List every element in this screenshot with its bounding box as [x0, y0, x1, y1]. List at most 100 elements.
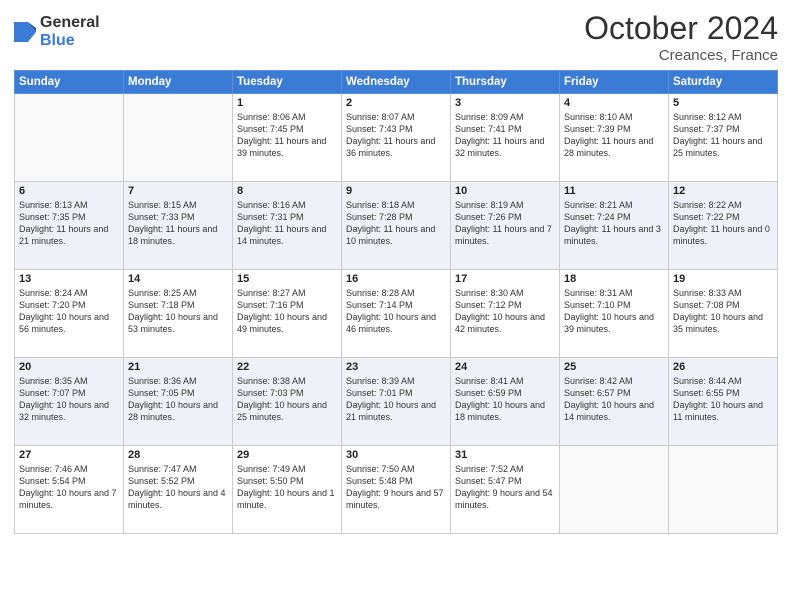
day-detail: Sunrise: 8:09 AM Sunset: 7:41 PM Dayligh…: [455, 111, 555, 160]
day-detail: Sunrise: 8:41 AM Sunset: 6:59 PM Dayligh…: [455, 375, 555, 424]
calendar-week-row: 13 Sunrise: 8:24 AM Sunset: 7:20 PM Dayli…: [15, 270, 778, 358]
calendar-header-row: Sunday Monday Tuesday Wednesday Thursday…: [15, 71, 778, 94]
day-number: 5: [673, 97, 773, 109]
calendar-table: Sunday Monday Tuesday Wednesday Thursday…: [14, 70, 778, 534]
day-detail: Sunrise: 8:10 AM Sunset: 7:39 PM Dayligh…: [564, 111, 664, 160]
day-detail: Sunrise: 8:44 AM Sunset: 6:55 PM Dayligh…: [673, 375, 773, 424]
day-number: 2: [346, 97, 446, 109]
day-number: 11: [564, 185, 664, 197]
day-number: 15: [237, 273, 337, 285]
table-row: [669, 446, 778, 534]
table-row: 3 Sunrise: 8:09 AM Sunset: 7:41 PM Daylig…: [451, 94, 560, 182]
day-number: 17: [455, 273, 555, 285]
table-row: 2Sunrise: 8:07 AM Sunset: 7:43 PM Daylig…: [342, 94, 451, 182]
month-title: October 2024: [584, 10, 778, 47]
table-row: 19 Sunrise: 8:33 AM Sunset: 7:08 PM Dayli…: [669, 270, 778, 358]
day-number: 12: [673, 185, 773, 197]
table-row: 7 Sunrise: 8:15 AM Sunset: 7:33 PM Daylig…: [124, 182, 233, 270]
table-row: 20 Sunrise: 8:35 AM Sunset: 7:07 PM Dayli…: [15, 358, 124, 446]
day-number: 26: [673, 361, 773, 373]
day-detail: Sunrise: 8:21 AM Sunset: 7:24 PM Dayligh…: [564, 199, 664, 248]
day-number: 13: [19, 273, 119, 285]
day-number: 21: [128, 361, 228, 373]
day-detail: Sunrise: 8:28 AM Sunset: 7:14 PM Dayligh…: [346, 287, 446, 336]
day-number: 30: [346, 449, 446, 461]
day-detail: Sunrise: 8:12 AM Sunset: 7:37 PM Dayligh…: [673, 111, 773, 160]
day-detail: Sunrise: 8:13 AM Sunset: 7:35 PM Dayligh…: [19, 199, 119, 248]
day-number: 28: [128, 449, 228, 461]
day-number: 31: [455, 449, 555, 461]
col-sunday: Sunday: [15, 71, 124, 94]
table-row: [124, 94, 233, 182]
col-saturday: Saturday: [669, 71, 778, 94]
day-number: 20: [19, 361, 119, 373]
table-row: 30 Sunrise: 7:50 AM Sunset: 5:48 PM Dayli…: [342, 446, 451, 534]
day-number: 1: [237, 97, 337, 109]
logo-icon: [14, 18, 36, 46]
day-number: 25: [564, 361, 664, 373]
table-row: 10 Sunrise: 8:19 AM Sunset: 7:26 PM Dayli…: [451, 182, 560, 270]
table-row: 26 Sunrise: 8:44 AM Sunset: 6:55 PM Dayli…: [669, 358, 778, 446]
col-friday: Friday: [560, 71, 669, 94]
day-detail: Sunrise: 8:15 AM Sunset: 7:33 PM Dayligh…: [128, 199, 228, 248]
table-row: 11 Sunrise: 8:21 AM Sunset: 7:24 PM Dayli…: [560, 182, 669, 270]
table-row: 4 Sunrise: 8:10 AM Sunset: 7:39 PM Daylig…: [560, 94, 669, 182]
table-row: 21 Sunrise: 8:36 AM Sunset: 7:05 PM Dayli…: [124, 358, 233, 446]
day-number: 10: [455, 185, 555, 197]
day-number: 29: [237, 449, 337, 461]
day-number: 16: [346, 273, 446, 285]
table-row: 17 Sunrise: 8:30 AM Sunset: 7:12 PM Dayli…: [451, 270, 560, 358]
table-row: 31Sunrise: 7:52 AM Sunset: 5:47 PM Dayli…: [451, 446, 560, 534]
day-detail: Sunrise: 8:19 AM Sunset: 7:26 PM Dayligh…: [455, 199, 555, 248]
logo-blue-text: Blue: [40, 32, 100, 50]
day-number: 8: [237, 185, 337, 197]
table-row: 8 Sunrise: 8:16 AM Sunset: 7:31 PM Daylig…: [233, 182, 342, 270]
table-row: 24 Sunrise: 8:41 AM Sunset: 6:59 PM Dayli…: [451, 358, 560, 446]
day-detail: Sunrise: 7:47 AM Sunset: 5:52 PM Dayligh…: [128, 463, 228, 512]
calendar-week-row: 20 Sunrise: 8:35 AM Sunset: 7:07 PM Dayli…: [15, 358, 778, 446]
day-number: 27: [19, 449, 119, 461]
day-number: 22: [237, 361, 337, 373]
table-row: 5 Sunrise: 8:12 AM Sunset: 7:37 PM Daylig…: [669, 94, 778, 182]
table-row: 29 Sunrise: 7:49 AM Sunset: 5:50 PM Dayli…: [233, 446, 342, 534]
day-detail: Sunrise: 8:27 AM Sunset: 7:16 PM Dayligh…: [237, 287, 337, 336]
table-row: 1Sunrise: 8:06 AM Sunset: 7:45 PM Daylig…: [233, 94, 342, 182]
col-tuesday: Tuesday: [233, 71, 342, 94]
table-row: 22Sunrise: 8:38 AM Sunset: 7:03 PM Dayli…: [233, 358, 342, 446]
day-number: 6: [19, 185, 119, 197]
col-wednesday: Wednesday: [342, 71, 451, 94]
logo-general-text: General: [40, 14, 100, 32]
table-row: 13 Sunrise: 8:24 AM Sunset: 7:20 PM Dayli…: [15, 270, 124, 358]
calendar-week-row: 27 Sunrise: 7:46 AM Sunset: 5:54 PM Dayli…: [15, 446, 778, 534]
day-number: 4: [564, 97, 664, 109]
table-row: 14Sunrise: 8:25 AM Sunset: 7:18 PM Dayli…: [124, 270, 233, 358]
day-detail: Sunrise: 7:49 AM Sunset: 5:50 PM Dayligh…: [237, 463, 337, 512]
day-detail: Sunrise: 8:33 AM Sunset: 7:08 PM Dayligh…: [673, 287, 773, 336]
day-detail: Sunrise: 8:24 AM Sunset: 7:20 PM Dayligh…: [19, 287, 119, 336]
day-detail: Sunrise: 8:35 AM Sunset: 7:07 PM Dayligh…: [19, 375, 119, 424]
day-number: 24: [455, 361, 555, 373]
day-detail: Sunrise: 7:46 AM Sunset: 5:54 PM Dayligh…: [19, 463, 119, 512]
day-number: 3: [455, 97, 555, 109]
day-number: 18: [564, 273, 664, 285]
day-detail: Sunrise: 8:30 AM Sunset: 7:12 PM Dayligh…: [455, 287, 555, 336]
table-row: 15 Sunrise: 8:27 AM Sunset: 7:16 PM Dayli…: [233, 270, 342, 358]
table-row: [560, 446, 669, 534]
logo: General Blue: [14, 14, 100, 49]
day-number: 7: [128, 185, 228, 197]
page: General Blue October 2024 Creances, Fran…: [0, 0, 792, 612]
day-detail: Sunrise: 8:22 AM Sunset: 7:22 PM Dayligh…: [673, 199, 773, 248]
table-row: 27 Sunrise: 7:46 AM Sunset: 5:54 PM Dayli…: [15, 446, 124, 534]
table-row: 18Sunrise: 8:31 AM Sunset: 7:10 PM Dayli…: [560, 270, 669, 358]
day-detail: Sunrise: 8:16 AM Sunset: 7:31 PM Dayligh…: [237, 199, 337, 248]
table-row: 23 Sunrise: 8:39 AM Sunset: 7:01 PM Dayli…: [342, 358, 451, 446]
day-detail: Sunrise: 8:36 AM Sunset: 7:05 PM Dayligh…: [128, 375, 228, 424]
day-detail: Sunrise: 8:42 AM Sunset: 6:57 PM Dayligh…: [564, 375, 664, 424]
day-number: 19: [673, 273, 773, 285]
table-row: 16 Sunrise: 8:28 AM Sunset: 7:14 PM Dayli…: [342, 270, 451, 358]
day-detail: Sunrise: 8:39 AM Sunset: 7:01 PM Dayligh…: [346, 375, 446, 424]
day-detail: Sunrise: 7:50 AM Sunset: 5:48 PM Dayligh…: [346, 463, 446, 512]
table-row: 6 Sunrise: 8:13 AM Sunset: 7:35 PM Daylig…: [15, 182, 124, 270]
day-number: 23: [346, 361, 446, 373]
table-row: 25 Sunrise: 8:42 AM Sunset: 6:57 PM Dayli…: [560, 358, 669, 446]
